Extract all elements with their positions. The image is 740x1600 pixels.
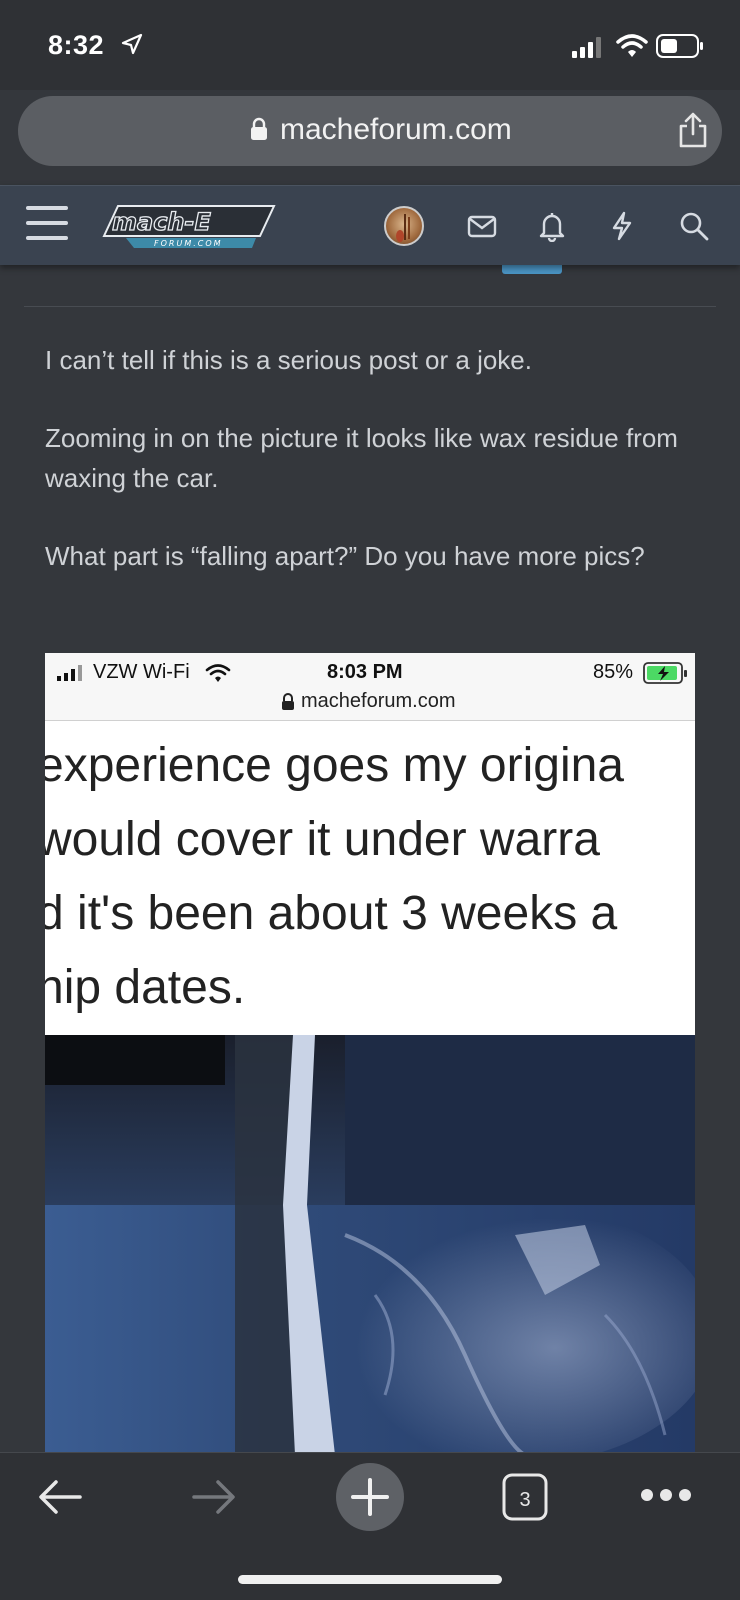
site-header: mach-E FORUM.COM [0, 185, 740, 265]
svg-text:FORUM.COM: FORUM.COM [154, 239, 223, 248]
cell-signal-icon [57, 665, 82, 681]
url-text[interactable]: macheforum.com [280, 113, 512, 147]
search-icon[interactable] [678, 210, 710, 242]
embedded-text-line: hip dates. [45, 961, 246, 1014]
status-time: 8:32 [48, 30, 105, 60]
post-paragraph: Zooming in on the picture it looks like … [45, 423, 678, 493]
battery-icon [656, 34, 703, 58]
embedded-screenshot[interactable]: VZW Wi-Fi 8:03 PM 85% macheforum.com exp… [45, 653, 695, 1453]
location-arrow-icon [121, 33, 143, 55]
lock-icon [282, 693, 294, 710]
post-body: I can’t tell if this is a serious post o… [45, 340, 705, 614]
site-logo[interactable]: mach-E FORUM.COM [98, 200, 280, 252]
post-paragraph: I can’t tell if this is a serious post o… [45, 345, 532, 375]
back-arrow-icon[interactable] [36, 1477, 84, 1517]
post-paragraph: What part is “falling apart?” Do you hav… [45, 541, 645, 571]
embedded-text-line: d it's been about 3 weeks a [45, 887, 618, 940]
avatar[interactable] [384, 206, 424, 246]
battery-percent: 85% [593, 661, 634, 683]
bell-icon[interactable] [536, 210, 568, 242]
embedded-url: macheforum.com [301, 690, 456, 712]
carrier-label: VZW Wi-Fi [93, 661, 190, 683]
divider [24, 306, 716, 307]
wifi-icon [205, 664, 231, 682]
tabs-icon[interactable]: 3 [502, 1473, 548, 1521]
charging-battery-icon [643, 662, 687, 684]
forward-arrow-icon[interactable] [190, 1477, 238, 1517]
embedded-text-line: would cover it under warra [45, 813, 600, 866]
car-paint-photo [45, 1035, 695, 1453]
more-icon[interactable] [640, 1487, 692, 1503]
menu-icon[interactable] [26, 206, 68, 242]
address-bar[interactable]: macheforum.com [18, 96, 722, 166]
lightning-icon[interactable] [606, 210, 638, 242]
wifi-icon [616, 34, 648, 57]
embedded-status-bar: VZW Wi-Fi 8:03 PM 85% macheforum.com [45, 653, 695, 721]
home-indicator[interactable] [238, 1575, 502, 1584]
cell-signal-icon [572, 37, 601, 58]
new-tab-plus-icon[interactable] [336, 1463, 404, 1531]
status-bar: 8:32 [0, 0, 740, 90]
embedded-time: 8:03 PM [327, 661, 403, 683]
lock-icon [251, 117, 267, 140]
share-icon[interactable] [678, 112, 708, 148]
svg-text:mach-E: mach-E [112, 208, 211, 236]
mail-icon[interactable] [466, 210, 498, 242]
tabs-count: 3 [519, 1489, 530, 1511]
embedded-text-line: experience goes my origina [45, 739, 624, 792]
embedded-text: experience goes my origina would cover i… [45, 729, 695, 1025]
post-meta-row [24, 262, 716, 282]
